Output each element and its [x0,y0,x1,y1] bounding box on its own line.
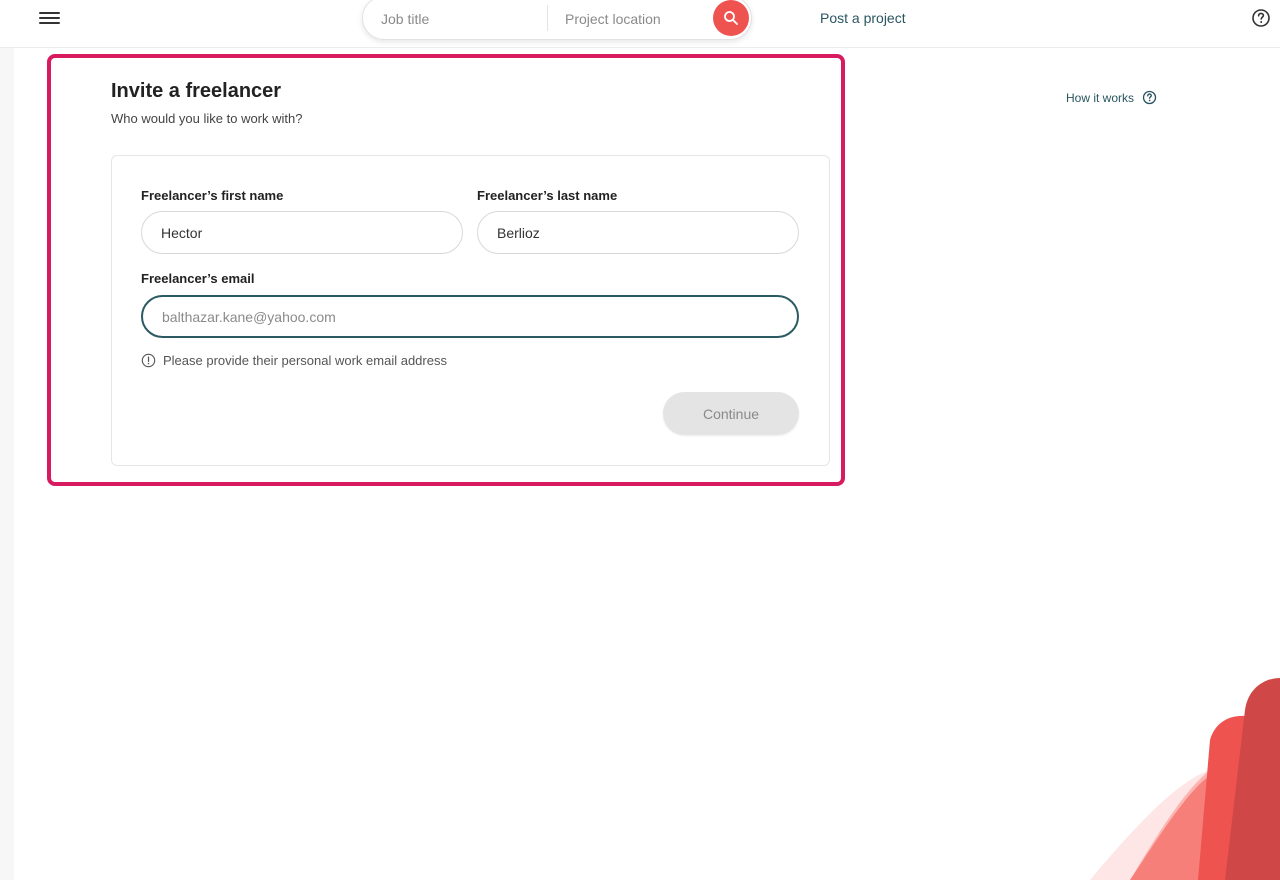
help-icon[interactable] [1251,8,1271,28]
info-icon [141,353,156,368]
how-it-works-link[interactable]: How it works [1066,90,1157,105]
search-button[interactable] [713,0,749,36]
page-title: Invite a freelancer [111,80,282,102]
how-it-works-label: How it works [1066,90,1135,105]
search-bar [362,0,752,41]
decorative-shapes [1090,678,1280,880]
page-subtitle: Who would you like to work with? [111,111,303,126]
search-icon [724,11,738,25]
continue-button[interactable]: Continue [663,392,799,435]
post-a-project-link[interactable]: Post a project [820,10,906,26]
top-bar: Post a project [0,0,1280,48]
last-name-input[interactable] [477,211,799,254]
email-hint-text: Please provide their personal work email… [163,353,447,368]
help-icon [1142,90,1157,105]
first-name-label: Freelancer’s first name [141,188,284,203]
last-name-label: Freelancer’s last name [477,188,618,203]
project-location-input[interactable] [565,0,705,41]
menu-icon[interactable] [36,8,64,28]
email-label: Freelancer’s email [141,271,255,286]
first-name-input[interactable] [141,211,463,254]
email-hint: Please provide their personal work email… [141,353,447,368]
job-title-input[interactable] [381,0,541,41]
search-divider [547,5,548,31]
email-input[interactable] [141,295,799,338]
